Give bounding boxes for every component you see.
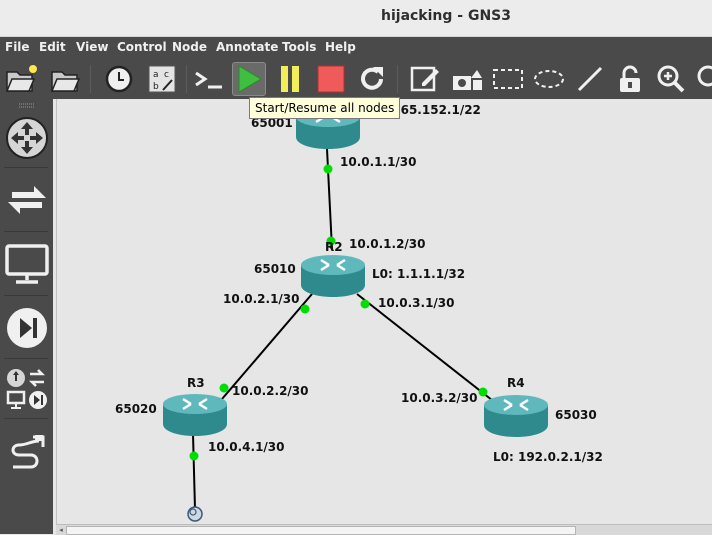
menu-bar: File Edit View Control Node Annotate Too… <box>0 37 712 59</box>
link-r2r3-endpoint-a: 10.0.2.1/30 <box>223 292 300 306</box>
menu-control[interactable]: Control <box>117 40 167 54</box>
r2-info-label: L0: 1.1.1.1/32 <box>372 267 466 281</box>
menu-annotate[interactable]: Annotate <box>216 40 278 54</box>
link-status-dot <box>323 164 333 174</box>
menu-view[interactable]: View <box>76 40 108 54</box>
end-devices-icon[interactable] <box>4 239 50 289</box>
link-r3-endpoint-a: 10.0.4.1/30 <box>208 440 285 454</box>
link-r2r4-endpoint-a: 10.0.3.1/30 <box>378 296 455 310</box>
console-icon[interactable] <box>192 62 226 96</box>
menu-edit[interactable]: Edit <box>39 40 66 54</box>
r4-info-label: L0: 192.0.2.1/32 <box>493 450 603 464</box>
router-r4[interactable] <box>482 393 550 439</box>
sidebar-separator <box>4 358 48 359</box>
start-button-tooltip: Start/Resume all nodes <box>249 97 401 119</box>
window-title: hijacking - GNS3 <box>381 8 511 24</box>
zoom-out-icon[interactable] <box>694 62 712 96</box>
start-icon[interactable] <box>232 62 266 96</box>
pause-icon[interactable] <box>273 62 307 96</box>
svg-text:b: b <box>153 82 159 92</box>
link-status-dot <box>189 451 199 461</box>
sidebar-grip-icon <box>4 101 50 109</box>
r3-asn-label: 65020 <box>115 402 157 416</box>
open-folder-icon[interactable] <box>49 62 83 96</box>
link-status-dot <box>300 304 310 314</box>
window-titlebar: hijacking - GNS3 <box>0 0 712 37</box>
link-r1-endpoint-b: 10.0.1.2/30 <box>349 237 426 251</box>
sidebar-separator <box>4 295 48 296</box>
line-icon[interactable] <box>573 62 607 96</box>
menu-help[interactable]: Help <box>325 40 356 54</box>
r2-asn-label: 65010 <box>254 262 296 276</box>
reload-icon[interactable] <box>355 62 389 96</box>
insert-image-icon[interactable] <box>450 62 484 96</box>
r2-name-label: R2 <box>325 240 343 254</box>
main-toolbar: acb <box>0 59 712 99</box>
unlock-icon[interactable] <box>613 62 647 96</box>
zoom-in-icon[interactable] <box>654 62 688 96</box>
toolbar-separator <box>90 65 91 93</box>
security-devices-icon[interactable] <box>4 303 50 353</box>
stop-icon[interactable] <box>314 62 348 96</box>
menu-tools[interactable]: Tools <box>282 40 316 54</box>
link-status-dot <box>360 299 370 309</box>
device-sidebar <box>0 99 53 534</box>
toolbar-separator <box>186 65 187 93</box>
router-r2[interactable] <box>299 253 367 299</box>
r4-name-label: R4 <box>507 376 525 390</box>
rectangle-icon[interactable] <box>491 62 525 96</box>
switches-icon[interactable] <box>4 175 50 225</box>
link-r2r4-endpoint-b: 10.0.3.2/30 <box>401 391 478 405</box>
link-r2r3-endpoint-b: 10.0.2.2/30 <box>232 384 309 398</box>
menu-file[interactable]: File <box>5 40 30 54</box>
label-icon[interactable]: acb <box>145 62 179 96</box>
all-devices-icon[interactable] <box>4 365 50 411</box>
menu-node[interactable]: Node <box>172 40 207 54</box>
r4-asn-label: 65030 <box>555 408 597 422</box>
sidebar-separator <box>4 167 48 168</box>
ellipse-icon[interactable] <box>532 62 566 96</box>
routers-icon[interactable] <box>4 113 50 163</box>
clock-icon[interactable] <box>102 62 136 96</box>
sidebar-separator <box>4 418 48 419</box>
router-r3[interactable] <box>161 392 229 438</box>
r3-name-label: R3 <box>187 376 205 390</box>
svg-text:c: c <box>164 70 169 80</box>
sidebar-separator <box>4 231 48 232</box>
link-r2-r4[interactable] <box>356 293 498 405</box>
add-link-icon[interactable] <box>4 427 50 477</box>
link-r3-down[interactable] <box>192 433 196 510</box>
link-r1-endpoint-a: 10.0.1.1/30 <box>340 155 417 169</box>
toolbar-separator <box>397 65 398 93</box>
edit-note-icon[interactable] <box>408 62 442 96</box>
canvas-horizontal-scrollbar[interactable]: ◂ <box>56 524 712 535</box>
svg-text:a: a <box>153 70 159 80</box>
open-project-icon[interactable] <box>4 62 38 96</box>
link-r1-r2[interactable] <box>326 148 333 250</box>
topology-canvas[interactable]: 65001 208.65.152.1/22 10.0.1.1/30 10.0.1… <box>56 99 712 524</box>
